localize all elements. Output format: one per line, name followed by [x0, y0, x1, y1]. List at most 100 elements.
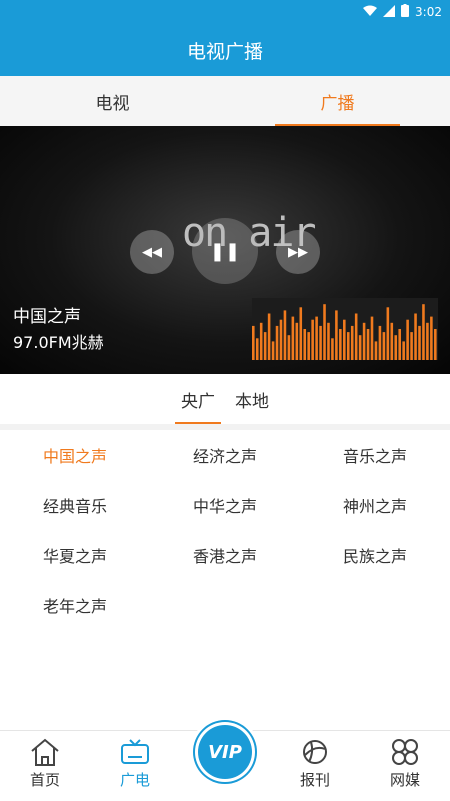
equalizer-bar — [335, 310, 338, 360]
equalizer-bar — [394, 335, 398, 360]
current-station-frequency: 97.0FM兆赫 — [13, 333, 104, 352]
equalizer-bar — [382, 332, 386, 360]
equalizer-bar — [346, 332, 350, 360]
equalizer-bar — [299, 307, 303, 360]
tab-central[interactable]: 央广 — [175, 374, 221, 424]
tab-central-label: 央广 — [181, 391, 215, 412]
sub-tabs: 央广 本地 — [0, 374, 450, 424]
equalizer-bar — [366, 329, 370, 360]
nav-radio-label: 广电 — [119, 771, 150, 789]
equalizer-bar — [311, 319, 314, 360]
equalizer-bar — [390, 322, 394, 360]
rewind-button[interactable]: ◀◀ — [130, 230, 174, 274]
vip-button[interactable]: VIP — [190, 717, 260, 787]
tab-tv[interactable]: 电视 — [0, 76, 225, 126]
station-item[interactable]: 经济之声 — [150, 430, 300, 480]
nav-radio[interactable]: 广电 — [90, 731, 180, 801]
equalizer-bar — [370, 316, 374, 360]
equalizer-bar — [307, 332, 310, 360]
nav-media-label: 网媒 — [389, 771, 420, 789]
equalizer-bar — [295, 322, 299, 360]
station-item[interactable]: 华夏之声 — [0, 530, 150, 580]
signal-icon — [383, 4, 396, 20]
station-item[interactable]: 中华之声 — [150, 480, 300, 530]
station-item[interactable]: 民族之声 — [300, 530, 450, 580]
tab-radio[interactable]: 广播 — [225, 76, 450, 126]
equalizer-bar — [374, 341, 378, 360]
play-pause-button[interactable]: ❚❚ — [192, 218, 258, 284]
nav-newspaper[interactable]: 报刊 — [270, 731, 360, 801]
equalizer-bar — [362, 322, 366, 360]
home-icon — [31, 738, 59, 766]
station-item[interactable]: 香港之声 — [150, 530, 300, 580]
equalizer-visualizer — [252, 298, 438, 360]
tab-radio-label: 广播 — [320, 93, 355, 114]
station-item[interactable]: 神州之声 — [300, 480, 450, 530]
equalizer-bar — [303, 329, 307, 360]
tab-local-label: 本地 — [235, 391, 269, 412]
battery-icon — [401, 4, 410, 20]
station-item[interactable]: 音乐之声 — [300, 430, 450, 480]
equalizer-bar — [402, 341, 405, 360]
nav-home[interactable]: 首页 — [0, 731, 90, 801]
equalizer-bar — [406, 319, 409, 360]
equalizer-bar — [430, 316, 433, 360]
bottom-nav: 首页 广电 VIP 报刊 网媒 — [0, 717, 450, 801]
equalizer-bar — [287, 335, 291, 360]
top-tabs: 电视 广播 — [0, 76, 450, 126]
equalizer-bar — [279, 319, 283, 360]
nav-media[interactable]: 网媒 — [360, 731, 450, 801]
status-icons: 3:02 — [363, 4, 442, 20]
equalizer-bar — [386, 307, 390, 360]
equalizer-bar — [319, 325, 322, 360]
equalizer-bar — [398, 329, 401, 360]
equalizer-bar — [331, 338, 334, 360]
equalizer-bar — [343, 319, 346, 360]
equalizer-bar — [358, 335, 362, 360]
equalizer-bar — [426, 322, 429, 360]
equalizer-bar — [263, 332, 267, 360]
equalizer-bar — [275, 325, 279, 360]
station-item[interactable]: 经典音乐 — [0, 480, 150, 530]
page-title: 电视广播 — [186, 40, 263, 63]
station-item[interactable]: 中国之声 — [0, 430, 150, 480]
equalizer-bar — [414, 313, 417, 360]
equalizer-bar — [339, 329, 342, 360]
radio-player: on air ◀◀ ❚❚ ▶▶ 中国之声 97.0FM兆赫 — [0, 126, 450, 374]
station-grid: 中国之声 经济之声 音乐之声 经典音乐 中华之声 神州之声 华夏之声 香港之声 … — [0, 430, 450, 630]
nav-newspaper-label: 报刊 — [299, 771, 330, 789]
wifi-icon — [363, 5, 378, 20]
equalizer-bar — [315, 316, 318, 360]
equalizer-bar — [252, 325, 255, 360]
globe-icon — [303, 740, 327, 764]
equalizer-bar — [255, 338, 259, 360]
nav-home-label: 首页 — [29, 771, 60, 789]
equalizer-bar — [354, 313, 358, 360]
station-item[interactable]: 老年之声 — [0, 580, 150, 630]
equalizer-bar — [350, 325, 354, 360]
equalizer-bar — [323, 304, 326, 360]
tab-local[interactable]: 本地 — [235, 374, 269, 424]
equalizer-bar — [418, 325, 421, 360]
tv-icon — [121, 739, 149, 764]
equalizer-bar — [271, 341, 275, 360]
equalizer-bar — [410, 332, 413, 360]
fast-forward-button[interactable]: ▶▶ — [276, 230, 320, 274]
status-time: 3:02 — [415, 5, 442, 19]
status-bar: 3:02 — [0, 0, 450, 24]
tab-tv-label: 电视 — [95, 93, 130, 114]
vip-badge: VIP — [195, 722, 255, 782]
equalizer-bar — [422, 304, 425, 360]
app-bar: 电视广播 — [0, 24, 450, 76]
pause-icon: ❚❚ — [209, 240, 241, 262]
current-station-name: 中国之声 — [13, 307, 81, 327]
equalizer-bar — [267, 313, 271, 360]
equalizer-bar — [434, 329, 437, 360]
equalizer-bar — [327, 322, 330, 360]
grid-icon — [392, 739, 418, 765]
equalizer-bar — [259, 322, 263, 360]
rewind-icon: ◀◀ — [142, 244, 162, 260]
equalizer-bar — [283, 310, 287, 360]
fast-forward-icon: ▶▶ — [288, 244, 308, 260]
equalizer-bar — [291, 316, 295, 360]
